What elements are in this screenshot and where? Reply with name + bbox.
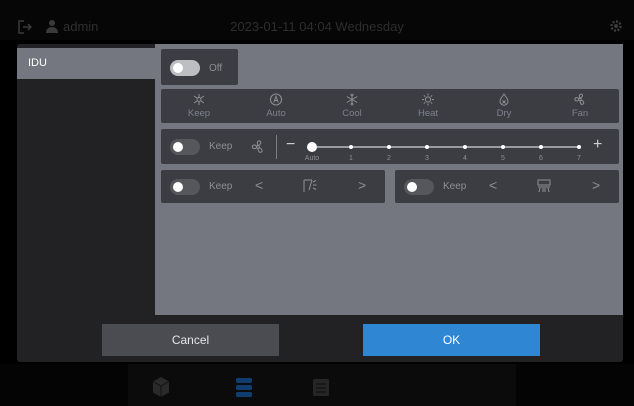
fan-icon bbox=[574, 93, 585, 105]
fan-speed-tick-5: 5 bbox=[501, 155, 505, 162]
mode-auto-button[interactable]: Auto bbox=[246, 89, 306, 123]
mode-dry-label: Dry bbox=[496, 108, 512, 119]
vertical-swing-icon bbox=[303, 179, 317, 192]
fan-speed-tick-4: 4 bbox=[463, 155, 467, 162]
fan-speed-tick-3: 3 bbox=[425, 155, 429, 162]
fan-speed-tick-7: 7 bbox=[577, 155, 581, 162]
sidebar-item-label: IDU bbox=[28, 57, 47, 69]
keep-mode-icon bbox=[193, 94, 205, 105]
horizontal-swing-prev-button[interactable]: < bbox=[489, 177, 497, 193]
vertical-swing-next-button[interactable]: > bbox=[358, 177, 366, 193]
fan-speed-icon bbox=[251, 140, 263, 153]
fan-speed-increase-button[interactable]: + bbox=[593, 136, 602, 154]
fan-speed-tick-6: 6 bbox=[539, 155, 543, 162]
mode-heat-button[interactable]: Heat bbox=[398, 89, 458, 123]
fan-speed-toggle-label: Keep bbox=[209, 141, 233, 152]
slider-step-dot bbox=[539, 145, 543, 149]
fan-speed-decrease-button[interactable]: − bbox=[286, 136, 295, 154]
list-icon[interactable] bbox=[311, 376, 331, 398]
fan-speed-tick-2: 2 bbox=[387, 155, 391, 162]
top-status-bar: admin 2023-01-11 04:04 Wednesday bbox=[0, 0, 634, 40]
mode-fan-label: Fan bbox=[571, 108, 589, 119]
slider-step-dot bbox=[577, 145, 581, 149]
fan-speed-tick-auto: Auto bbox=[304, 155, 320, 162]
horizontal-swing-next-button[interactable]: > bbox=[592, 177, 600, 193]
power-state-label: Off bbox=[209, 63, 223, 74]
settings-gear-icon[interactable] bbox=[609, 19, 623, 33]
sidebar-item-idu[interactable]: IDU bbox=[17, 48, 155, 79]
ok-button[interactable]: OK bbox=[363, 324, 540, 356]
horizontal-swing-toggle[interactable] bbox=[404, 179, 434, 195]
mode-dry-button[interactable]: Dry bbox=[474, 89, 534, 123]
auto-mode-icon bbox=[270, 93, 282, 106]
datetime-label: 2023-01-11 04:04 Wednesday bbox=[230, 19, 404, 34]
slider-step-dot bbox=[387, 145, 391, 149]
mode-keep-button[interactable]: Keep bbox=[169, 89, 229, 123]
mode-cool-label: Cool bbox=[342, 108, 362, 119]
vertical-swing-toggle-label: Keep bbox=[209, 181, 233, 192]
mode-heat-label: Heat bbox=[417, 108, 439, 119]
fan-speed-toggle[interactable] bbox=[170, 139, 200, 155]
horizontal-swing-icon bbox=[537, 179, 551, 193]
vertical-swing-prev-button[interactable]: < bbox=[255, 177, 263, 193]
slider-step-dot bbox=[501, 145, 505, 149]
slider-step-dot bbox=[463, 145, 467, 149]
snowflake-icon bbox=[346, 93, 358, 106]
fan-speed-slider-knob[interactable] bbox=[307, 142, 317, 152]
mode-cool-button[interactable]: Cool bbox=[322, 89, 382, 123]
stack-icon[interactable] bbox=[234, 376, 254, 398]
cube-icon[interactable] bbox=[151, 376, 171, 398]
power-toggle[interactable] bbox=[170, 60, 200, 76]
sun-icon bbox=[422, 93, 434, 106]
horizontal-swing-toggle-label: Keep bbox=[443, 181, 467, 192]
mode-fan-button[interactable]: Fan bbox=[550, 89, 610, 123]
water-drop-icon bbox=[499, 93, 509, 106]
slider-step-dot bbox=[425, 145, 429, 149]
cancel-button[interactable]: Cancel bbox=[102, 324, 279, 356]
fan-speed-tick-1: 1 bbox=[349, 155, 353, 162]
fan-speed-divider bbox=[276, 135, 277, 159]
vertical-swing-toggle[interactable] bbox=[170, 179, 200, 195]
slider-step-dot bbox=[349, 145, 353, 149]
mode-keep-label: Keep bbox=[187, 108, 211, 119]
mode-auto-label: Auto bbox=[266, 108, 286, 119]
